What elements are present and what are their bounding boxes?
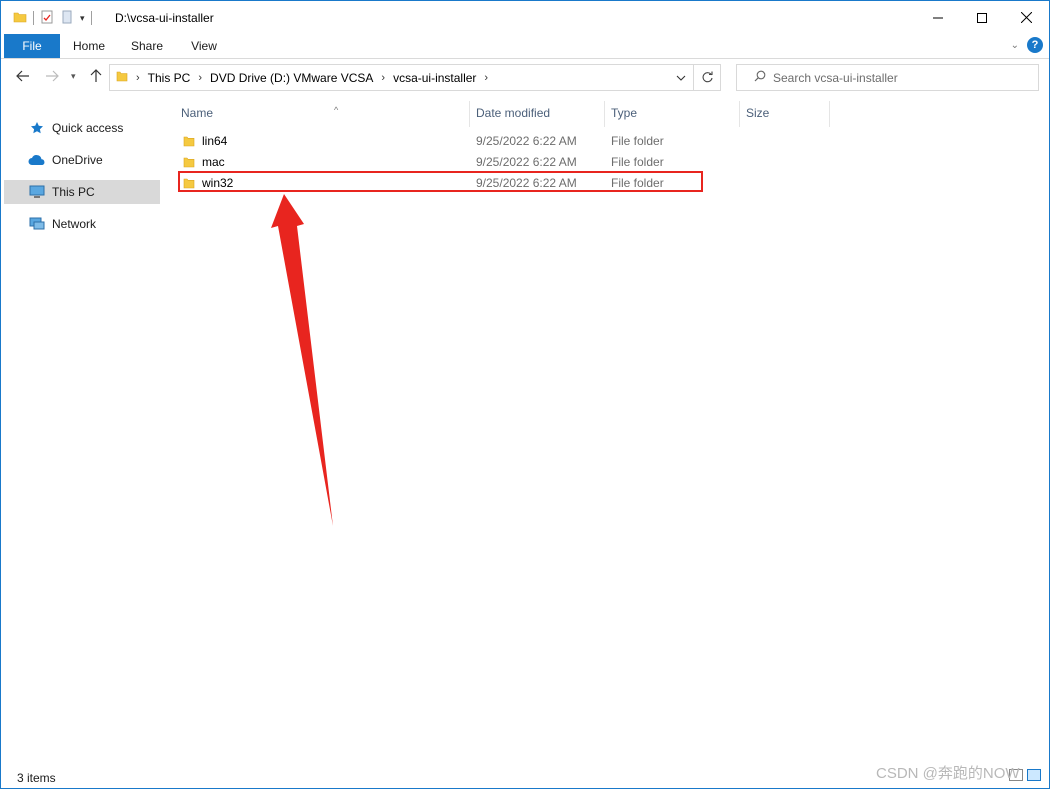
table-row[interactable]: lin64 9/25/2022 6:22 AM File folder bbox=[179, 131, 707, 152]
column-header-name[interactable]: Name ^ bbox=[181, 98, 469, 128]
chevron-down-icon bbox=[676, 75, 686, 81]
sidebar-item-network[interactable]: Network bbox=[4, 212, 160, 236]
address-bar[interactable]: › This PC › DVD Drive (D:) VMware VCSA ›… bbox=[109, 64, 721, 91]
status-bar-count: 3 items bbox=[17, 771, 56, 785]
column-separator[interactable] bbox=[604, 101, 605, 127]
column-name-label: Name bbox=[181, 106, 214, 120]
refresh-icon bbox=[702, 71, 713, 83]
tab-home[interactable]: Home bbox=[63, 34, 115, 58]
sidebar-item-label: Network bbox=[52, 217, 97, 231]
breadcrumb-dvd-drive[interactable]: DVD Drive (D:) VMware VCSA bbox=[204, 71, 379, 85]
large-icons-view-icon[interactable] bbox=[1027, 769, 1041, 781]
navigation-pane: Quick access OneDrive This PC Network bbox=[1, 98, 162, 768]
maximize-icon bbox=[977, 12, 987, 23]
file-type: File folder bbox=[611, 155, 664, 169]
folder-icon bbox=[183, 156, 195, 171]
folder-icon bbox=[183, 135, 195, 150]
annotation-highlight-box bbox=[178, 171, 703, 192]
window-title: D:\vcsa-ui-installer bbox=[115, 11, 214, 25]
recent-locations-button[interactable]: ▾ bbox=[71, 71, 76, 82]
file-type: File folder bbox=[611, 134, 664, 148]
sidebar-item-label: This PC bbox=[52, 185, 95, 199]
help-icon[interactable]: ? bbox=[1027, 37, 1043, 53]
maximize-button[interactable] bbox=[959, 1, 1005, 34]
star-icon bbox=[28, 121, 46, 135]
chevron-right-icon[interactable]: › bbox=[196, 72, 204, 84]
sidebar-item-onedrive[interactable]: OneDrive bbox=[4, 148, 160, 172]
sidebar-item-quick-access[interactable]: Quick access bbox=[4, 116, 160, 140]
navigation-bar: ▾ › This PC › DVD Drive (D:) VMware VCSA… bbox=[1, 59, 1049, 97]
tab-view[interactable]: View bbox=[179, 34, 229, 58]
address-dropdown-button[interactable] bbox=[669, 65, 693, 90]
close-button[interactable] bbox=[1003, 1, 1049, 34]
cloud-icon bbox=[28, 154, 46, 166]
file-name: lin64 bbox=[202, 134, 228, 148]
file-name: mac bbox=[202, 155, 225, 169]
breadcrumb: › This PC › DVD Drive (D:) VMware VCSA ›… bbox=[110, 69, 669, 86]
chevron-right-icon[interactable]: › bbox=[379, 72, 387, 84]
refresh-button[interactable] bbox=[693, 65, 720, 90]
forward-arrow-icon bbox=[46, 70, 59, 82]
file-list: Name ^ Date modified Type Size lin64 9/2… bbox=[163, 98, 1047, 768]
watermark: CSDN @奔跑的NOW bbox=[876, 765, 1020, 782]
title-bar: ▾ D:\vcsa-ui-installer bbox=[1, 1, 1049, 34]
expand-ribbon-icon[interactable]: ⌄ bbox=[1011, 40, 1019, 51]
sidebar-item-this-pc[interactable]: This PC bbox=[4, 180, 160, 204]
column-separator[interactable] bbox=[739, 101, 740, 127]
minimize-button[interactable] bbox=[915, 1, 961, 34]
back-arrow-icon bbox=[16, 70, 29, 82]
column-header-size[interactable]: Size bbox=[746, 98, 826, 128]
column-header-date[interactable]: Date modified bbox=[476, 98, 604, 128]
tab-share[interactable]: Share bbox=[121, 34, 173, 58]
column-separator[interactable] bbox=[829, 101, 830, 127]
tab-file[interactable]: File bbox=[4, 34, 60, 58]
minimize-icon bbox=[933, 17, 943, 18]
new-folder-icon[interactable] bbox=[60, 10, 74, 27]
breadcrumb-current-folder[interactable]: vcsa-ui-installer bbox=[387, 71, 482, 85]
up-button[interactable] bbox=[90, 69, 102, 86]
file-date: 9/25/2022 6:22 AM bbox=[476, 134, 577, 148]
breadcrumb-this-pc[interactable]: This PC bbox=[142, 71, 197, 85]
chevron-right-icon[interactable]: › bbox=[482, 72, 490, 84]
folder-icon bbox=[116, 69, 128, 86]
sort-ascending-icon: ^ bbox=[334, 105, 339, 115]
search-input[interactable]: Search vcsa-ui-installer bbox=[773, 71, 898, 85]
close-icon bbox=[1020, 12, 1032, 23]
up-arrow-icon bbox=[90, 69, 102, 82]
sidebar-item-label: Quick access bbox=[52, 121, 124, 135]
quick-access-toolbar: ▾ bbox=[13, 9, 92, 27]
ribbon-controls: ⌄ ? bbox=[1011, 37, 1043, 53]
customize-toolbar-icon[interactable]: ▾ bbox=[80, 13, 85, 24]
search-box[interactable]: Search vcsa-ui-installer bbox=[736, 64, 1039, 91]
column-header-type[interactable]: Type bbox=[611, 98, 739, 128]
computer-icon bbox=[28, 185, 46, 199]
file-date: 9/25/2022 6:22 AM bbox=[476, 155, 577, 169]
sidebar-item-label: OneDrive bbox=[52, 153, 103, 167]
explorer-window: ▾ D:\vcsa-ui-installer File Home Share V… bbox=[0, 0, 1050, 789]
properties-icon[interactable] bbox=[40, 10, 54, 27]
column-separator[interactable] bbox=[469, 101, 470, 127]
search-icon bbox=[747, 70, 773, 85]
separator bbox=[33, 11, 34, 25]
chevron-right-icon[interactable]: › bbox=[134, 72, 142, 84]
back-button[interactable] bbox=[16, 69, 30, 85]
ribbon-tabs: File Home Share View ⌄ ? bbox=[1, 34, 1049, 59]
separator bbox=[90, 11, 92, 25]
folder-icon[interactable] bbox=[13, 10, 27, 27]
network-icon bbox=[28, 217, 46, 231]
table-row[interactable]: mac 9/25/2022 6:22 AM File folder bbox=[179, 152, 707, 173]
forward-button[interactable] bbox=[45, 69, 59, 85]
